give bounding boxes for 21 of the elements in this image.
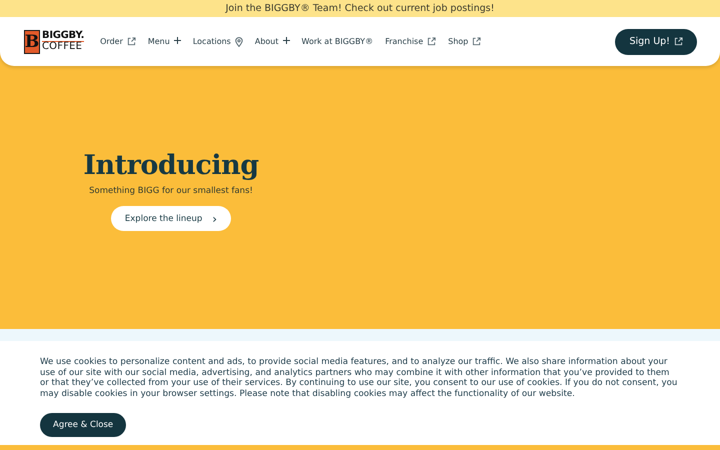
nav-link[interactable]: Menu [142, 36, 187, 46]
hero-title: Introducing [83, 150, 259, 181]
sign-up-button[interactable]: Sign Up! [615, 28, 697, 54]
nav-link[interactable]: Order [94, 36, 142, 46]
nav-link[interactable]: Work at BIGGBY® [296, 36, 380, 46]
nav-link[interactable]: About [248, 36, 296, 46]
logo-tagline: COFFEE [42, 41, 84, 52]
external-link-icon [427, 37, 436, 46]
cookie-notice: We use cookies to personalize content and ads, to provide social media features, and to analyze our traffic. We also share information about your use of our site with our social media, advertising, and analytics partners who may combine it with other information that you’ve provided to them or that they’ve collected from your use of their services. By continuing to use our site, you consent to our use of cookies. If you do not consent, you may disable cookies in your browser settings. Please note that disabling cookies may affect the functionality of our website. [40, 357, 678, 399]
nav-link[interactable]: Shop [442, 36, 488, 46]
external-link-icon [126, 37, 136, 46]
nav-link[interactable]: Locations [186, 36, 249, 46]
logo-wordmark: BIGGBY. [42, 31, 84, 41]
logo-mark: B [24, 30, 40, 54]
hero-subtitle: Something BIGG for our smallest fans! [89, 186, 253, 196]
external-link-icon [674, 37, 683, 46]
external-link-icon [472, 37, 482, 46]
explore-lineup-button[interactable]: Explore the lineup › [110, 206, 232, 231]
agree-close-button[interactable]: Agree & Close [40, 413, 126, 437]
nav-link[interactable]: Franchise [379, 36, 442, 46]
map-pin-icon [234, 36, 243, 46]
